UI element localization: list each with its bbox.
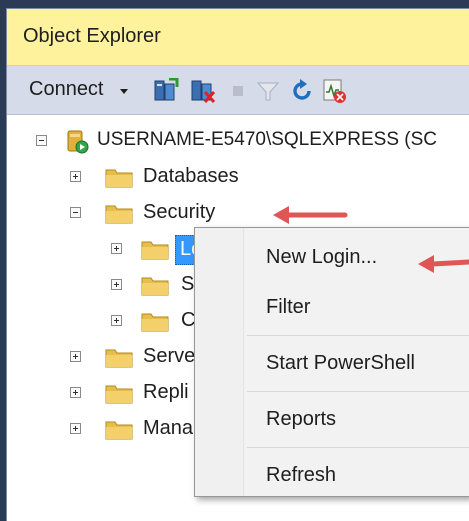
stop-icon[interactable] (225, 78, 251, 104)
node-label: Security (143, 201, 216, 223)
folder-icon (105, 421, 133, 440)
connect-button[interactable]: Connect (29, 78, 104, 101)
expand-toggle[interactable] (111, 279, 122, 290)
disconnect-server-icon[interactable] (190, 78, 216, 104)
panel-title-bar: Object Explorer (7, 9, 469, 66)
folder-icon (141, 241, 169, 260)
node-label: Mana (143, 417, 194, 439)
menu-item-label: Reports (266, 408, 337, 430)
node-label: Repli (143, 381, 189, 403)
menu-item-label: New Login... (266, 246, 378, 268)
collapse-toggle[interactable] (70, 207, 81, 218)
menu-item-label: Start PowerShell (266, 352, 415, 374)
annotation-arrow-security (273, 206, 348, 224)
menu-separator (247, 447, 469, 448)
menu-separator (247, 391, 469, 392)
node-label: Databases (143, 165, 239, 187)
collapse-toggle[interactable] (36, 135, 47, 146)
expand-toggle[interactable] (70, 351, 81, 362)
node-label: S (181, 273, 195, 295)
folder-icon (105, 169, 133, 188)
folder-icon (141, 277, 169, 296)
folder-icon (105, 349, 133, 368)
menu-separator (247, 335, 469, 336)
server-icon (67, 130, 89, 154)
tree-node-databases[interactable]: Databases (7, 163, 407, 193)
menu-item-label: Refresh (266, 464, 337, 486)
menu-item-filter[interactable]: Filter (243, 286, 469, 330)
expand-toggle[interactable] (111, 315, 122, 326)
server-node-label: USERNAME-E5470\SQLEXPRESS (SC (97, 129, 438, 150)
expand-toggle[interactable] (111, 243, 122, 254)
menu-item-reports[interactable]: Reports (243, 398, 469, 442)
expand-toggle[interactable] (70, 387, 81, 398)
folder-icon (105, 385, 133, 404)
panel-title: Object Explorer (23, 25, 161, 47)
toolbar: Connect (7, 66, 469, 115)
object-explorer-panel: Object Explorer Connect USERNAME-E5470\S… (6, 8, 469, 521)
menu-item-label: Filter (266, 296, 311, 318)
menu-icon-gutter (195, 228, 244, 496)
expand-toggle[interactable] (70, 171, 81, 182)
tree-node-server[interactable]: USERNAME-E5470\SQLEXPRESS (SC (7, 127, 469, 157)
connect-server-icon[interactable] (153, 78, 179, 104)
folder-icon (105, 205, 133, 224)
activity-monitor-icon[interactable] (321, 78, 347, 104)
expand-toggle[interactable] (70, 423, 81, 434)
folder-icon (141, 313, 169, 332)
connect-dropdown-icon[interactable] (120, 89, 128, 94)
refresh-icon[interactable] (289, 78, 315, 104)
menu-item-start-powershell[interactable]: Start PowerShell (243, 342, 469, 386)
node-label: Serve (143, 345, 196, 367)
filter-icon[interactable] (255, 78, 281, 104)
menu-item-refresh[interactable]: Refresh (243, 454, 469, 498)
annotation-arrow-new-login (418, 255, 469, 273)
